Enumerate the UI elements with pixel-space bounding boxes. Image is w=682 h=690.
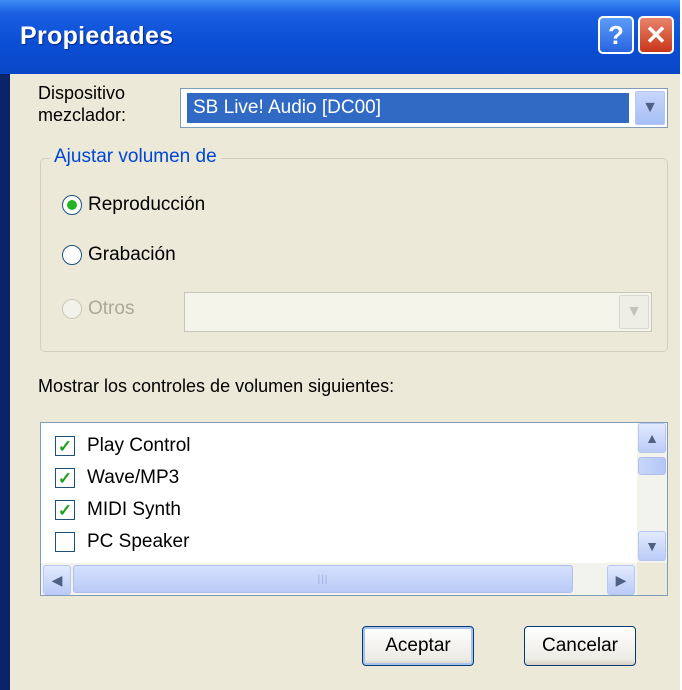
window-title: Propiedades bbox=[20, 22, 174, 50]
mixer-device-value: SB Live! Audio [DC00] bbox=[187, 93, 629, 123]
volume-controls-label: Mostrar los controles de volumen siguien… bbox=[38, 376, 395, 396]
scrollbar-corner bbox=[637, 563, 667, 595]
checkbox[interactable] bbox=[55, 532, 75, 552]
chevron-left-icon[interactable]: ◀ bbox=[43, 565, 71, 595]
close-button[interactable]: ✕ bbox=[638, 16, 674, 54]
other-device-select: ▼ bbox=[184, 292, 652, 332]
chevron-down-icon[interactable]: ▼ bbox=[638, 531, 666, 561]
horizontal-scroll-thumb[interactable]: ||| bbox=[73, 565, 573, 593]
radio-button[interactable] bbox=[62, 195, 82, 215]
radio-other-label: Otros bbox=[88, 298, 135, 319]
list-item[interactable]: ✓ Wave/MP3 bbox=[55, 467, 179, 489]
chevron-right-icon[interactable]: ▶ bbox=[607, 565, 635, 595]
list-item[interactable]: PC Speaker bbox=[55, 531, 189, 553]
mixer-device-label: Dispositivo mezclador: bbox=[38, 83, 127, 125]
radio-playback[interactable]: Reproducción bbox=[62, 194, 205, 216]
adjust-volume-legend: Ajustar volumen de bbox=[50, 146, 221, 168]
question-icon: ? bbox=[608, 19, 624, 50]
checkbox[interactable]: ✓ bbox=[55, 500, 75, 520]
volume-controls-list[interactable]: ✓ Play Control ✓ Wave/MP3 ✓ MIDI Synth P… bbox=[40, 422, 668, 596]
ok-button[interactable]: Aceptar bbox=[362, 626, 474, 666]
radio-playback-label: Reproducción bbox=[88, 194, 206, 215]
radio-recording[interactable]: Grabación bbox=[62, 244, 176, 266]
checkbox[interactable]: ✓ bbox=[55, 468, 75, 488]
list-item-label: PC Speaker bbox=[87, 531, 190, 552]
title-bar[interactable]: Propiedades ? ✕ bbox=[0, 0, 680, 74]
dialog-client-area: Dispositivo mezclador: SB Live! Audio [D… bbox=[10, 74, 680, 690]
radio-other: Otros bbox=[62, 298, 134, 320]
cancel-button[interactable]: Cancelar bbox=[524, 626, 636, 666]
properties-dialog: Propiedades ? ✕ Dispositivo mezclador: S… bbox=[0, 0, 680, 690]
checkbox[interactable]: ✓ bbox=[55, 436, 75, 456]
help-button[interactable]: ? bbox=[598, 16, 634, 54]
horizontal-scrollbar[interactable]: ◀ ||| ▶ bbox=[41, 563, 637, 595]
chevron-down-icon[interactable]: ▼ bbox=[635, 91, 665, 125]
radio-recording-label: Grabación bbox=[88, 244, 176, 265]
chevron-down-icon: ▼ bbox=[619, 295, 649, 329]
chevron-up-icon[interactable]: ▲ bbox=[638, 423, 666, 453]
list-item[interactable]: ✓ MIDI Synth bbox=[55, 499, 181, 521]
mixer-device-select[interactable]: SB Live! Audio [DC00] ▼ bbox=[180, 88, 668, 128]
radio-button[interactable] bbox=[62, 245, 82, 265]
radio-button bbox=[62, 299, 82, 319]
list-item-label: Play Control bbox=[87, 435, 191, 456]
list-item[interactable]: ✓ Play Control bbox=[55, 435, 191, 457]
list-item-label: MIDI Synth bbox=[87, 499, 181, 520]
vertical-scroll-thumb[interactable] bbox=[638, 457, 666, 475]
close-icon: ✕ bbox=[645, 19, 667, 50]
list-item-label: Wave/MP3 bbox=[87, 467, 180, 488]
vertical-scrollbar[interactable]: ▲ ▼ bbox=[637, 423, 667, 563]
